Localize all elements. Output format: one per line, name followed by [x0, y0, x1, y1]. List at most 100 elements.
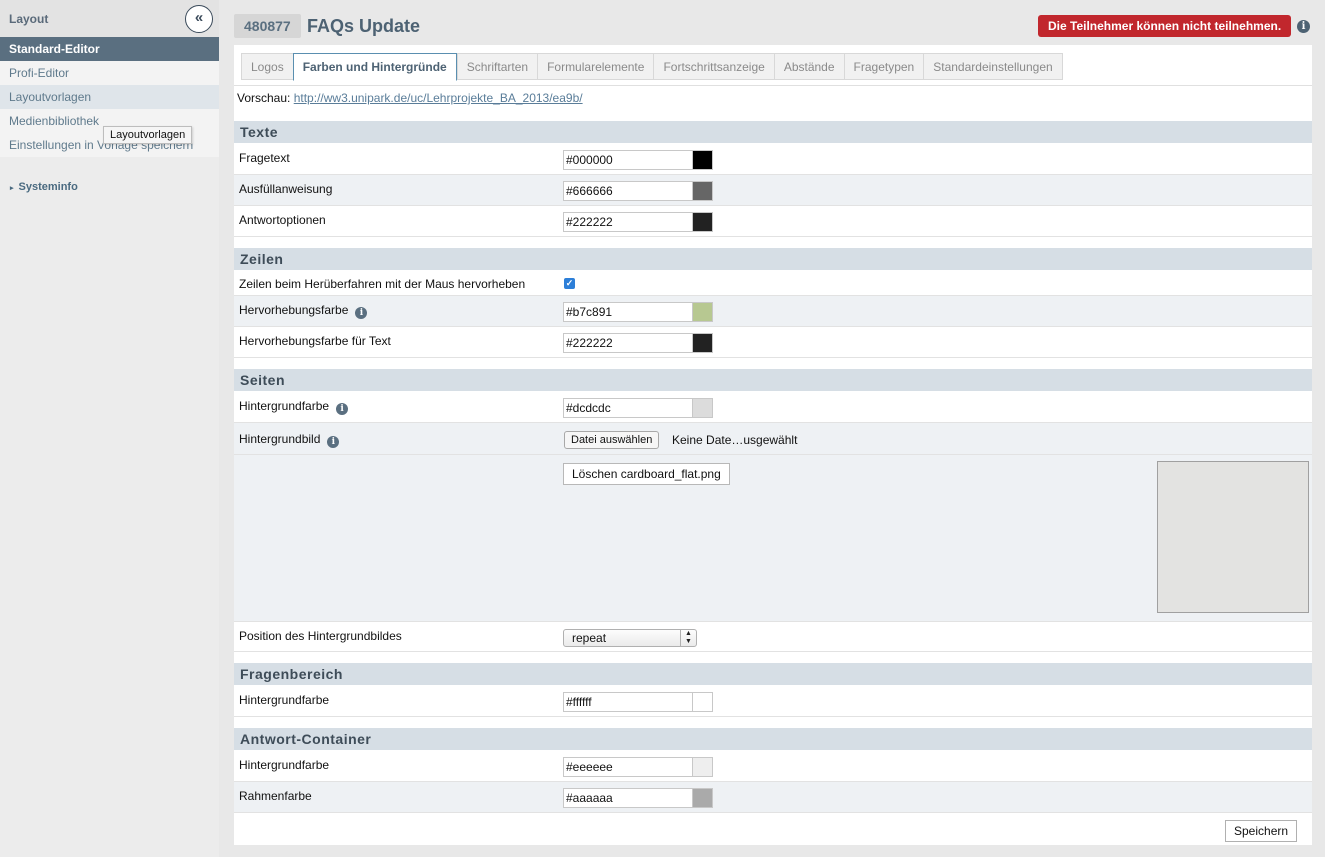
main-content: Logos Farben und Hintergründe Schriftart… [234, 45, 1312, 845]
preview-label: Vorschau: [237, 91, 291, 105]
section-antwort-container-heading: Antwort-Container [234, 728, 1312, 750]
setting-label: Fragetext [239, 151, 290, 165]
color-input-antwortoptionen[interactable] [564, 213, 693, 231]
tab-fortschrittsanzeige[interactable]: Fortschrittsanzeige [653, 53, 774, 80]
setting-label: Hintergrundfarbe [239, 693, 330, 707]
color-picker [563, 757, 713, 777]
setting-label: Zeilen beim Herüberfahren mit der Maus h… [239, 277, 526, 291]
setting-row: Hintergrundfarbe [234, 686, 1312, 717]
info-icon[interactable]: i [1297, 20, 1310, 33]
setting-row: Rahmenfarbe [234, 782, 1312, 813]
survey-id-badge: 480877 [234, 14, 301, 38]
color-swatch[interactable] [693, 303, 712, 321]
color-swatch[interactable] [693, 758, 712, 776]
color-picker [563, 212, 713, 232]
color-input-rahmenfarbe[interactable] [564, 789, 693, 807]
color-swatch[interactable] [693, 789, 712, 807]
color-input-fragetext[interactable] [564, 151, 693, 169]
setting-row: Hervorhebungsfarbe i [234, 296, 1312, 327]
background-image-preview [1157, 461, 1309, 613]
select-arrows-icon: ▲ ▼ [680, 630, 696, 646]
section-fragenbereich-heading: Fragenbereich [234, 663, 1312, 685]
sidebar-item-layoutvorlagen[interactable]: Layoutvorlagen [0, 85, 219, 109]
setting-label: Hintergrundfarbe [239, 758, 330, 772]
color-picker [563, 692, 713, 712]
setting-label: Hervorhebungsfarbe i [239, 303, 368, 319]
setting-label-text: Hintergrundfarbe [239, 399, 330, 413]
color-picker [563, 302, 713, 322]
sidebar-header: Layout « [0, 0, 219, 37]
info-icon[interactable]: i [355, 307, 368, 319]
caret-right-icon: ▸ [10, 185, 14, 192]
color-picker [563, 333, 713, 353]
color-swatch[interactable] [693, 693, 712, 711]
select-value: repeat [572, 631, 607, 645]
setting-row: Ausfüllanweisung [234, 175, 1312, 206]
setting-label: Antwortoptionen [239, 213, 326, 227]
color-swatch[interactable] [693, 182, 712, 200]
sidebar-item-profi-editor[interactable]: Profi-Editor [0, 61, 219, 85]
color-picker [563, 150, 713, 170]
save-row: Speichern [234, 813, 1312, 845]
tab-formularelemente[interactable]: Formularelemente [537, 53, 654, 80]
color-swatch[interactable] [693, 213, 712, 231]
tab-farben-und-hintergruende[interactable]: Farben und Hintergründe [292, 53, 457, 81]
color-input-antwort-hintergrund[interactable] [564, 758, 693, 776]
choose-file-button[interactable]: Datei auswählen [564, 431, 660, 449]
systeminfo-link[interactable]: ▸ Systeminfo [10, 181, 78, 193]
background-position-select[interactable]: repeat ▲ ▼ [563, 629, 697, 647]
color-swatch[interactable] [693, 399, 712, 417]
tab-standardeinstellungen[interactable]: Standardeinstellungen [923, 53, 1063, 80]
color-input-hervorhebungsfarbe[interactable] [564, 303, 693, 321]
tab-divider [234, 85, 1312, 86]
color-swatch[interactable] [693, 334, 712, 352]
sidebar-item-standard-editor[interactable]: Standard-Editor [0, 37, 219, 61]
color-picker [563, 788, 713, 808]
page-header: 480877 FAQs Update Die Teilnehmer können… [234, 14, 1314, 38]
file-status-text: Keine Date…usgewählt [672, 433, 798, 447]
tab-schriftarten[interactable]: Schriftarten [456, 53, 538, 80]
section-seiten-heading: Seiten [234, 369, 1312, 391]
delete-background-image-button[interactable]: Löschen cardboard_flat.png [563, 463, 730, 485]
color-picker [563, 181, 713, 201]
setting-label-text: Hintergrundbild [239, 432, 321, 446]
color-input-seiten-hintergrund[interactable] [564, 399, 693, 417]
color-input-ausfuellanweisung[interactable] [564, 182, 693, 200]
setting-row: Hintergrundbild i Datei auswählen Keine D… [234, 423, 1312, 455]
tab-fragetypen[interactable]: Fragetypen [843, 53, 924, 80]
status-alert-badge[interactable]: Die Teilnehmer können nicht teilnehmen. [1038, 15, 1292, 37]
collapse-sidebar-icon[interactable]: « [185, 5, 213, 33]
setting-label: Ausfüllanweisung [239, 182, 333, 196]
section-texte-heading: Texte [234, 121, 1312, 143]
setting-label: Hintergrundbild i [239, 432, 340, 448]
tab-logos[interactable]: Logos [241, 53, 293, 80]
setting-label: Position des Hintergrundbildes [239, 629, 402, 643]
setting-row: Löschen cardboard_flat.png [234, 455, 1312, 622]
sidebar-title: Layout [9, 12, 49, 26]
save-button[interactable]: Speichern [1225, 820, 1298, 842]
setting-label-text: Hervorhebungsfarbe [239, 303, 349, 317]
info-icon[interactable]: i [336, 403, 349, 415]
page-title: FAQs Update [307, 16, 421, 36]
tooltip: Layoutvorlagen [103, 126, 193, 144]
sidebar: Layout « Standard-Editor Profi-Editor La… [0, 0, 219, 857]
setting-row: Hintergrundfarbe i [234, 392, 1312, 423]
setting-label: Rahmenfarbe [239, 789, 312, 803]
setting-row: Hervorhebungsfarbe für Text [234, 327, 1312, 358]
setting-row: Fragetext [234, 144, 1312, 175]
setting-label: Hervorhebungsfarbe für Text [239, 334, 391, 348]
hover-highlight-checkbox[interactable]: ✓ [564, 278, 575, 289]
color-swatch[interactable] [693, 151, 712, 169]
setting-label: Hintergrundfarbe i [239, 399, 349, 415]
tab-abstaende[interactable]: Abstände [773, 53, 844, 80]
color-input-fragenbereich-hintergrund[interactable] [564, 693, 693, 711]
setting-row: Hintergrundfarbe [234, 751, 1312, 782]
preview-link[interactable]: http://ww3.unipark.de/uc/Lehrprojekte_BA… [294, 91, 583, 105]
systeminfo-label: Systeminfo [18, 181, 78, 193]
setting-row: Antwortoptionen [234, 206, 1312, 237]
setting-row: Position des Hintergrundbildes repeat ▲ ▼ [234, 622, 1312, 652]
setting-row: Zeilen beim Herüberfahren mit der Maus h… [234, 271, 1312, 296]
info-icon[interactable]: i [327, 436, 340, 448]
tab-bar: Logos Farben und Hintergründe Schriftart… [241, 53, 1063, 81]
color-input-hervorhebungsfarbe-text[interactable] [564, 334, 693, 352]
